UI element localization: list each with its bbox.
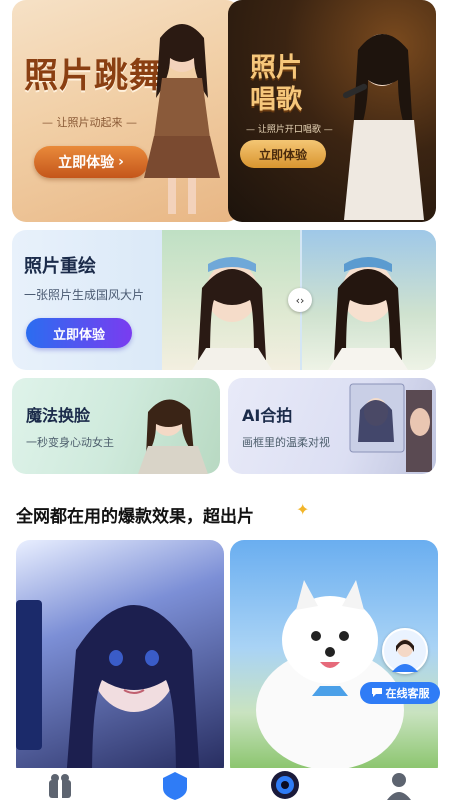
dancing-girl-image [144, 24, 220, 214]
photo-sing-title-line2: 唱歌 [250, 85, 303, 115]
online-service-button[interactable]: 在线客服 [360, 682, 440, 704]
photo-sing-title-line1: 照片 [250, 53, 303, 83]
agent-avatar-icon [392, 639, 418, 672]
photo-sing-subtitle: — 让照片开口唱歌 — [246, 125, 333, 135]
face-swap-title: 魔法换脸 [26, 406, 91, 425]
face-swap-subtitle: 一秒变身心动女主 [26, 436, 114, 449]
ai-photo-frames-image [349, 383, 432, 472]
bottom-nav [0, 768, 450, 800]
ai-photo-subtitle: 画框里的温柔对视 [242, 436, 330, 449]
photo-sing-try-button[interactable]: 立即体验 [240, 140, 326, 168]
face-swap-girl-image [138, 399, 208, 474]
photo-sing-card[interactable]: 照片 唱歌 — 让照片开口唱歌 — 立即体验 [228, 0, 436, 222]
photo-sing-title: 照片 唱歌 [250, 52, 302, 116]
singing-girl-image [342, 34, 424, 220]
chevron-right-icon: › [118, 154, 124, 170]
anime-girl-image [16, 600, 200, 780]
photo-redraw-subtitle: 一张照片生成国风大片 [24, 288, 145, 302]
compare-arrows-icon[interactable]: ‹› [288, 288, 312, 312]
photo-dance-try-button[interactable]: 立即体验 › [34, 146, 148, 178]
photo-redraw-try-button[interactable]: 立即体验 [26, 318, 132, 348]
feed-anime-girl-tile[interactable] [16, 540, 224, 780]
shield-home-icon[interactable] [160, 770, 190, 800]
user-icon[interactable] [384, 770, 414, 800]
photo-dance-card[interactable]: 照片跳舞 — 让照片动起来 — 立即体验 › [12, 0, 240, 222]
photo-dance-subtitle: — 让照片动起来 — [42, 116, 137, 129]
chat-bubble-icon [371, 686, 383, 701]
photo-dance-try-label: 立即体验 [58, 155, 115, 171]
online-service-label: 在线客服 [385, 687, 430, 700]
sparkle-icon: ✦ [296, 500, 310, 519]
photo-redraw-title: 照片重绘 [24, 256, 96, 277]
gift-icon[interactable] [45, 770, 75, 800]
redraw-after-image [302, 230, 436, 370]
redraw-before-image [162, 230, 300, 370]
customer-service-avatar[interactable] [376, 628, 432, 684]
section-title: 全网都在用的爆款效果，超出片 [16, 507, 254, 527]
photo-redraw-card[interactable]: 照片重绘 一张照片生成国风大片 立即体验 ‹› [12, 230, 436, 370]
face-swap-card[interactable]: 魔法换脸 一秒变身心动女主 [12, 378, 220, 474]
ai-photo-title: AI合拍 [242, 406, 293, 425]
camera-lens-icon[interactable] [270, 770, 300, 800]
ai-photo-card[interactable]: AI合拍 画框里的温柔对视 [228, 378, 436, 474]
